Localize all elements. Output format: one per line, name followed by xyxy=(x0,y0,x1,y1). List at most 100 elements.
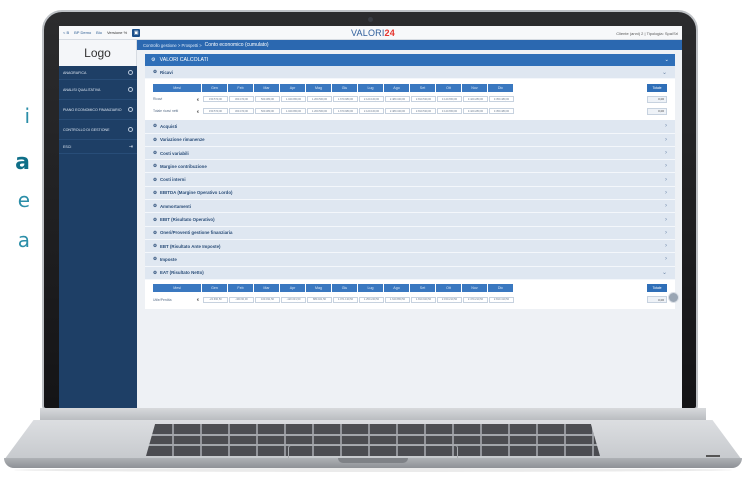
chevron-right-icon[interactable]: › xyxy=(665,230,667,236)
section-eat[interactable]: ⚙ EAT (Risultato Netto) ⌄ xyxy=(145,266,675,280)
section-title: Ammortamenti xyxy=(159,203,191,209)
value-field[interactable]: -120.031,50 xyxy=(281,296,306,303)
chevron-right-icon[interactable]: › xyxy=(665,256,667,262)
sidebar-item-analisi[interactable]: ANALISI QUALITATIVA xyxy=(59,80,137,100)
value-field[interactable]: 1.810.920,50 xyxy=(411,296,436,303)
totale-button[interactable]: Totale xyxy=(647,284,667,293)
value-field[interactable]: 3.140.650,00 xyxy=(437,96,462,103)
sidebar-item-piano[interactable]: PIANO ECONOMICO FINANZIARIO xyxy=(59,100,137,120)
section-oneri-proventi[interactable]: ⚙ Oneri/Proventi gestione finanziaria › xyxy=(145,226,675,240)
value-field[interactable]: 2.810.530,00 xyxy=(411,108,436,115)
month-header: Dic xyxy=(488,284,513,293)
value-field[interactable]: 3.350.480,00 xyxy=(489,108,514,115)
value-field[interactable]: -22.690,50 xyxy=(203,296,228,303)
chevron-right-icon[interactable]: › xyxy=(665,163,667,169)
brand-right: 24 xyxy=(384,28,395,38)
value-field[interactable]: 150.570,00 xyxy=(203,96,228,103)
month-header: Mag xyxy=(306,284,331,293)
value-field[interactable]: 2.810.410,50 xyxy=(489,296,514,303)
value-field[interactable]: 1.640.850,50 xyxy=(385,296,410,303)
value-field[interactable]: 2.810.530,00 xyxy=(411,96,436,103)
section-margine-contribuzione[interactable]: ⚙ Margine contribuzione › xyxy=(145,160,675,174)
value-field[interactable]: 1.040.950,00 xyxy=(281,108,306,115)
calendar-icon[interactable]: ▣ xyxy=(132,28,141,37)
value-field[interactable]: 1.670.980,00 xyxy=(333,108,358,115)
value-field[interactable]: 100.031,50 xyxy=(255,296,280,303)
sidebar-item-anagrafica[interactable]: ANAGRAFICA xyxy=(59,66,137,80)
value-field[interactable]: 2.120.160,00 xyxy=(359,96,384,103)
chevron-right-icon[interactable]: › xyxy=(665,150,667,156)
month-header: Giu xyxy=(332,284,357,293)
section-ebitda[interactable]: ⚙ EBITDA (Margine Operativo Lordo) › xyxy=(145,186,675,201)
value-field[interactable]: 500.380,00 xyxy=(255,108,280,115)
month-header: Apr xyxy=(280,83,305,92)
back-link[interactable]: < B xyxy=(63,30,69,35)
ricavi-table: Mesi Gen Feb Mar Apr Mag Giu Lug Ago Set… xyxy=(145,79,675,121)
section-ammortamenti[interactable]: ⚙ Ammortamenti › xyxy=(145,200,675,214)
value-field[interactable]: 2.470.210,50 xyxy=(463,296,488,303)
value-field[interactable]: 1.670.980,00 xyxy=(333,96,358,103)
total-field: 0,00 xyxy=(647,296,667,304)
chevron-right-icon[interactable]: › xyxy=(665,123,667,129)
section-title: Ricavi xyxy=(159,69,173,75)
month-header: Nov xyxy=(462,83,487,92)
section-acquisti[interactable]: ⚙ Acquisti › xyxy=(145,120,675,134)
chevron-down-icon[interactable]: ⌄ xyxy=(662,269,667,276)
section-title: EAT (Risultato Netto) xyxy=(159,270,204,276)
value-field[interactable]: 2.150.210,50 xyxy=(437,296,462,303)
sidebar-item-esci[interactable]: ESCI ⇥ xyxy=(59,140,137,154)
chevron-down-icon[interactable]: ⌄ xyxy=(662,69,667,76)
section-title: Costi interni xyxy=(159,177,186,183)
chevron-right-icon[interactable]: › xyxy=(665,217,667,223)
gear-icon xyxy=(128,127,133,132)
scroll-top-button[interactable] xyxy=(668,291,679,303)
section-title: EBITDA (Margine Operativo Lordo) xyxy=(159,190,233,196)
side-text-line: i xyxy=(24,104,30,128)
value-field[interactable]: -460.60,00 xyxy=(229,296,254,303)
value-field[interactable]: 500.380,00 xyxy=(255,96,280,103)
brand-left: VALORI xyxy=(351,28,385,38)
chevron-down-icon[interactable]: ⌄ xyxy=(665,57,669,63)
panel-valori-calcolati[interactable]: ⚙ VALORI CALCOLATI ⌄ xyxy=(145,54,675,66)
value-field[interactable]: 3.350.480,00 xyxy=(489,96,514,103)
value-field[interactable]: 150.570,00 xyxy=(203,108,228,115)
value-field[interactable]: 2.120.160,00 xyxy=(359,108,384,115)
value-field[interactable]: 1.260.560,00 xyxy=(307,96,332,103)
demo-link[interactable]: BP Demo xyxy=(74,30,91,35)
value-field[interactable]: 2.480.340,00 xyxy=(385,96,410,103)
value-field[interactable]: 880.021,50 xyxy=(307,296,332,303)
month-header: Set xyxy=(410,83,435,92)
section-costi-variabili[interactable]: ⚙ Costi variabili › xyxy=(145,146,675,161)
section-ricavi[interactable]: ⚙ Ricavi ⌄ xyxy=(145,66,675,80)
chevron-right-icon[interactable]: › xyxy=(665,203,667,209)
chevron-right-icon[interactable]: › xyxy=(665,243,667,249)
section-costi-interni[interactable]: ⚙ Costi interni › xyxy=(145,173,675,187)
value-field[interactable]: 1.250.240,50 xyxy=(359,296,384,303)
section-imposte[interactable]: ⚙ Imposte › xyxy=(145,253,675,267)
chevron-right-icon[interactable]: › xyxy=(665,190,667,196)
gear-icon xyxy=(128,87,133,92)
section-ebt[interactable]: ⚙ EBT (Risultato Ante Imposte) › xyxy=(145,239,675,254)
value-field[interactable]: 300.470,00 xyxy=(229,96,254,103)
section-title: Imposte xyxy=(159,256,177,262)
value-field[interactable]: 3.420.280,00 xyxy=(463,96,488,103)
totale-button[interactable]: Totale xyxy=(647,83,667,92)
bio-link[interactable]: Bio xyxy=(96,30,102,35)
laptop-screen: < B BP Demo Bio Versione % ▣ VALORI24 Cl… xyxy=(59,26,682,408)
value-field[interactable]: 1.040.950,00 xyxy=(281,96,306,103)
sidebar-item-controllo[interactable]: CONTROLLO DI GESTIONE xyxy=(59,120,137,140)
breadcrumb-current: Conto economico (cumulato) xyxy=(204,42,269,48)
breadcrumb-path[interactable]: Controllo gestione > Prospetti > xyxy=(143,43,202,48)
section-ebit[interactable]: ⚙ EBIT (Risultato Operativo) › xyxy=(145,213,675,227)
value-field[interactable]: 3.140.650,00 xyxy=(437,108,462,115)
value-field[interactable]: 2.480.340,00 xyxy=(385,108,410,115)
value-field[interactable]: 3.420.280,00 xyxy=(463,108,488,115)
value-field[interactable]: 1.260.560,00 xyxy=(307,108,332,115)
chevron-right-icon[interactable]: › xyxy=(665,137,667,143)
chevron-right-icon[interactable]: › xyxy=(665,177,667,183)
month-header: Giu xyxy=(332,83,357,92)
value-field[interactable]: 1.071.130,50 xyxy=(333,296,358,303)
side-text-line: a xyxy=(17,228,30,252)
section-variazione-rimanenze[interactable]: ⚙ Variazione rimanenze › xyxy=(145,133,675,147)
value-field[interactable]: 300.470,00 xyxy=(229,108,254,115)
